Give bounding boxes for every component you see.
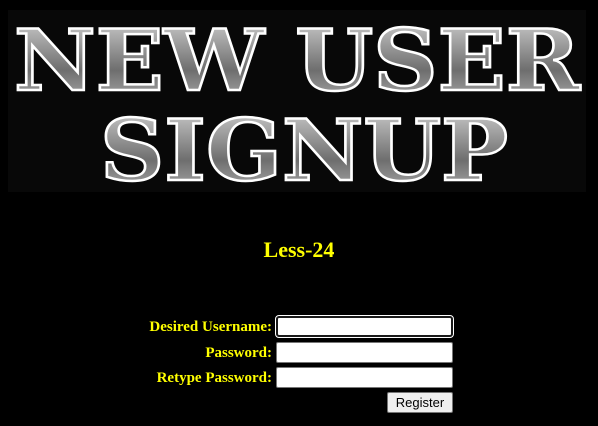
banner-graphic: NEW USER SIGNUP <box>13 10 583 192</box>
password-label: Password: <box>205 345 272 361</box>
signup-banner: NEW USER SIGNUP <box>8 10 586 192</box>
username-row: Desired Username: <box>0 315 598 338</box>
password-input[interactable] <box>276 342 453 363</box>
banner-line-2: SIGNUP <box>100 101 508 192</box>
retype-password-row: Retype Password: <box>0 367 598 389</box>
register-button[interactable]: Register <box>387 392 453 413</box>
retype-password-input[interactable] <box>276 367 453 388</box>
password-row: Password: <box>0 342 598 364</box>
username-label: Desired Username: <box>149 319 272 335</box>
username-input[interactable] <box>275 315 454 338</box>
page-title: Less-24 <box>263 237 335 262</box>
banner-line-1: NEW USER <box>14 11 581 110</box>
retype-password-label: Retype Password: <box>156 370 272 386</box>
